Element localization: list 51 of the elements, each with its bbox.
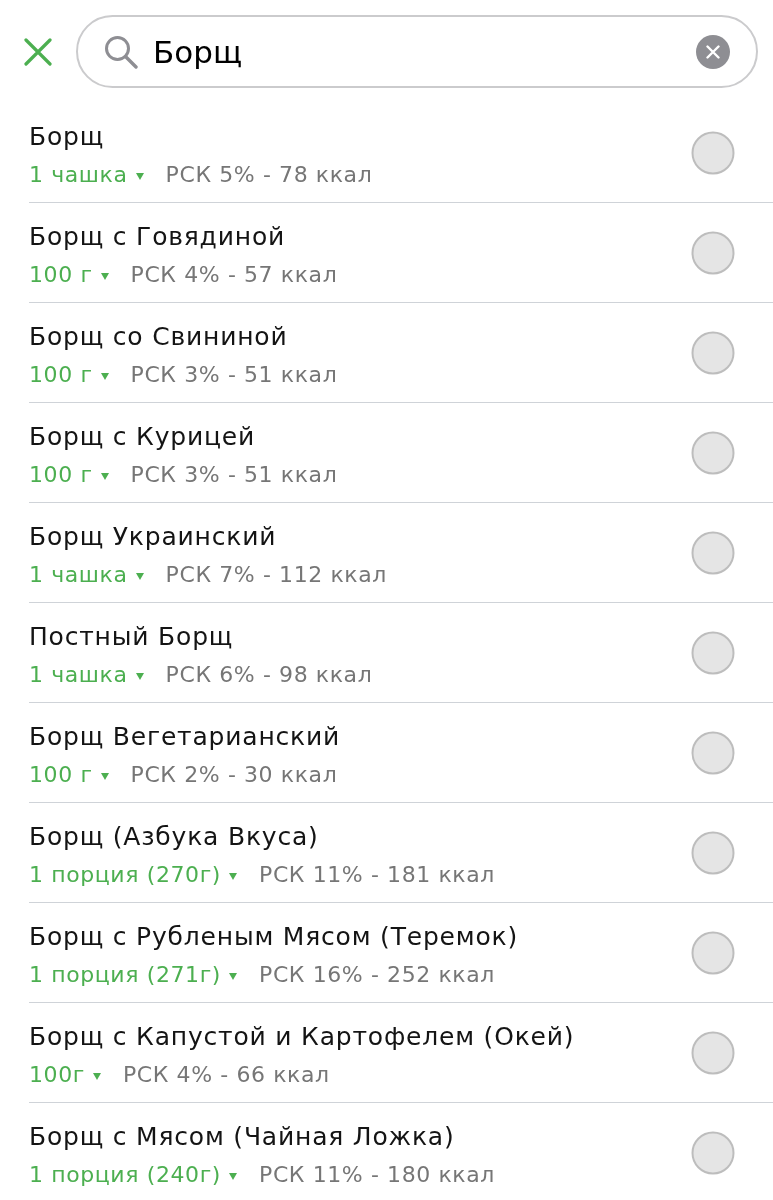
search-icon (104, 34, 138, 69)
food-name[interactable]: Борщ с Курицей (29, 421, 691, 453)
caret-icon (100, 473, 109, 480)
nutrition-summary: РСК 11% - 181 ккал (259, 861, 495, 889)
select-radio[interactable] (691, 230, 735, 275)
nutrition-summary: РСК 4% - 66 ккал (122, 1061, 330, 1089)
close-icon (24, 37, 52, 66)
select-radio[interactable] (691, 630, 735, 675)
food-name[interactable]: Борщ с Мясом (Чайная Ложка) (29, 1121, 691, 1153)
select-radio[interactable] (691, 730, 735, 775)
nutrition-summary: РСК 4% - 57 ккал (130, 261, 338, 289)
food-name[interactable]: Борщ с Капустой и Картофелем (Окей) (29, 1021, 691, 1053)
nutrition-summary: РСК 2% - 30 ккал (130, 761, 338, 789)
caret-icon (229, 1173, 237, 1180)
nutrition-summary: РСК 3% - 51 ккал (130, 461, 338, 489)
nutrition-summary: РСК 6% - 98 ккал (165, 661, 373, 689)
select-radio[interactable] (691, 330, 735, 375)
nutrition-summary: РСК 7% - 112 ккал (165, 561, 387, 589)
search-query: Борщ (153, 33, 244, 70)
food-name[interactable]: Борщ Вегетарианский (29, 721, 691, 753)
caret-icon (229, 973, 237, 980)
nutrition-summary: РСК 3% - 51 ккал (130, 361, 338, 389)
search-field[interactable]: Борщ (76, 15, 758, 88)
close-button[interactable] (24, 37, 52, 66)
clear-search-button[interactable] (696, 34, 730, 69)
select-radio[interactable] (691, 930, 735, 975)
caret-icon (92, 1073, 101, 1080)
nutrition-summary: РСК 11% - 180 ккал (259, 1161, 495, 1189)
food-name[interactable]: Борщ со Свининой (29, 321, 691, 353)
select-radio[interactable] (691, 1130, 735, 1175)
clear-icon (706, 44, 720, 59)
food-name[interactable]: Борщ Украинский (29, 521, 691, 553)
caret-icon (135, 173, 144, 180)
select-radio[interactable] (691, 130, 735, 175)
caret-icon (229, 873, 237, 880)
nutrition-summary: РСК 16% - 252 ккал (259, 961, 495, 989)
food-name[interactable]: Борщ (Азбука Вкуса) (29, 821, 691, 853)
caret-icon (100, 273, 109, 280)
select-radio[interactable] (691, 430, 735, 475)
select-radio[interactable] (691, 1030, 735, 1075)
select-radio[interactable] (691, 830, 735, 875)
food-name[interactable]: Постный Борщ (29, 621, 691, 653)
caret-icon (100, 373, 109, 380)
caret-icon (135, 673, 144, 680)
nutrition-summary: РСК 5% - 78 ккал (165, 161, 373, 189)
caret-icon (100, 773, 109, 780)
food-name[interactable]: Борщ с Рубленым Мясом (Теремок) (29, 921, 691, 953)
food-name[interactable]: Борщ (29, 121, 691, 153)
select-radio[interactable] (691, 530, 735, 575)
food-name[interactable]: Борщ с Говядиной (29, 221, 691, 253)
caret-icon (135, 573, 144, 580)
